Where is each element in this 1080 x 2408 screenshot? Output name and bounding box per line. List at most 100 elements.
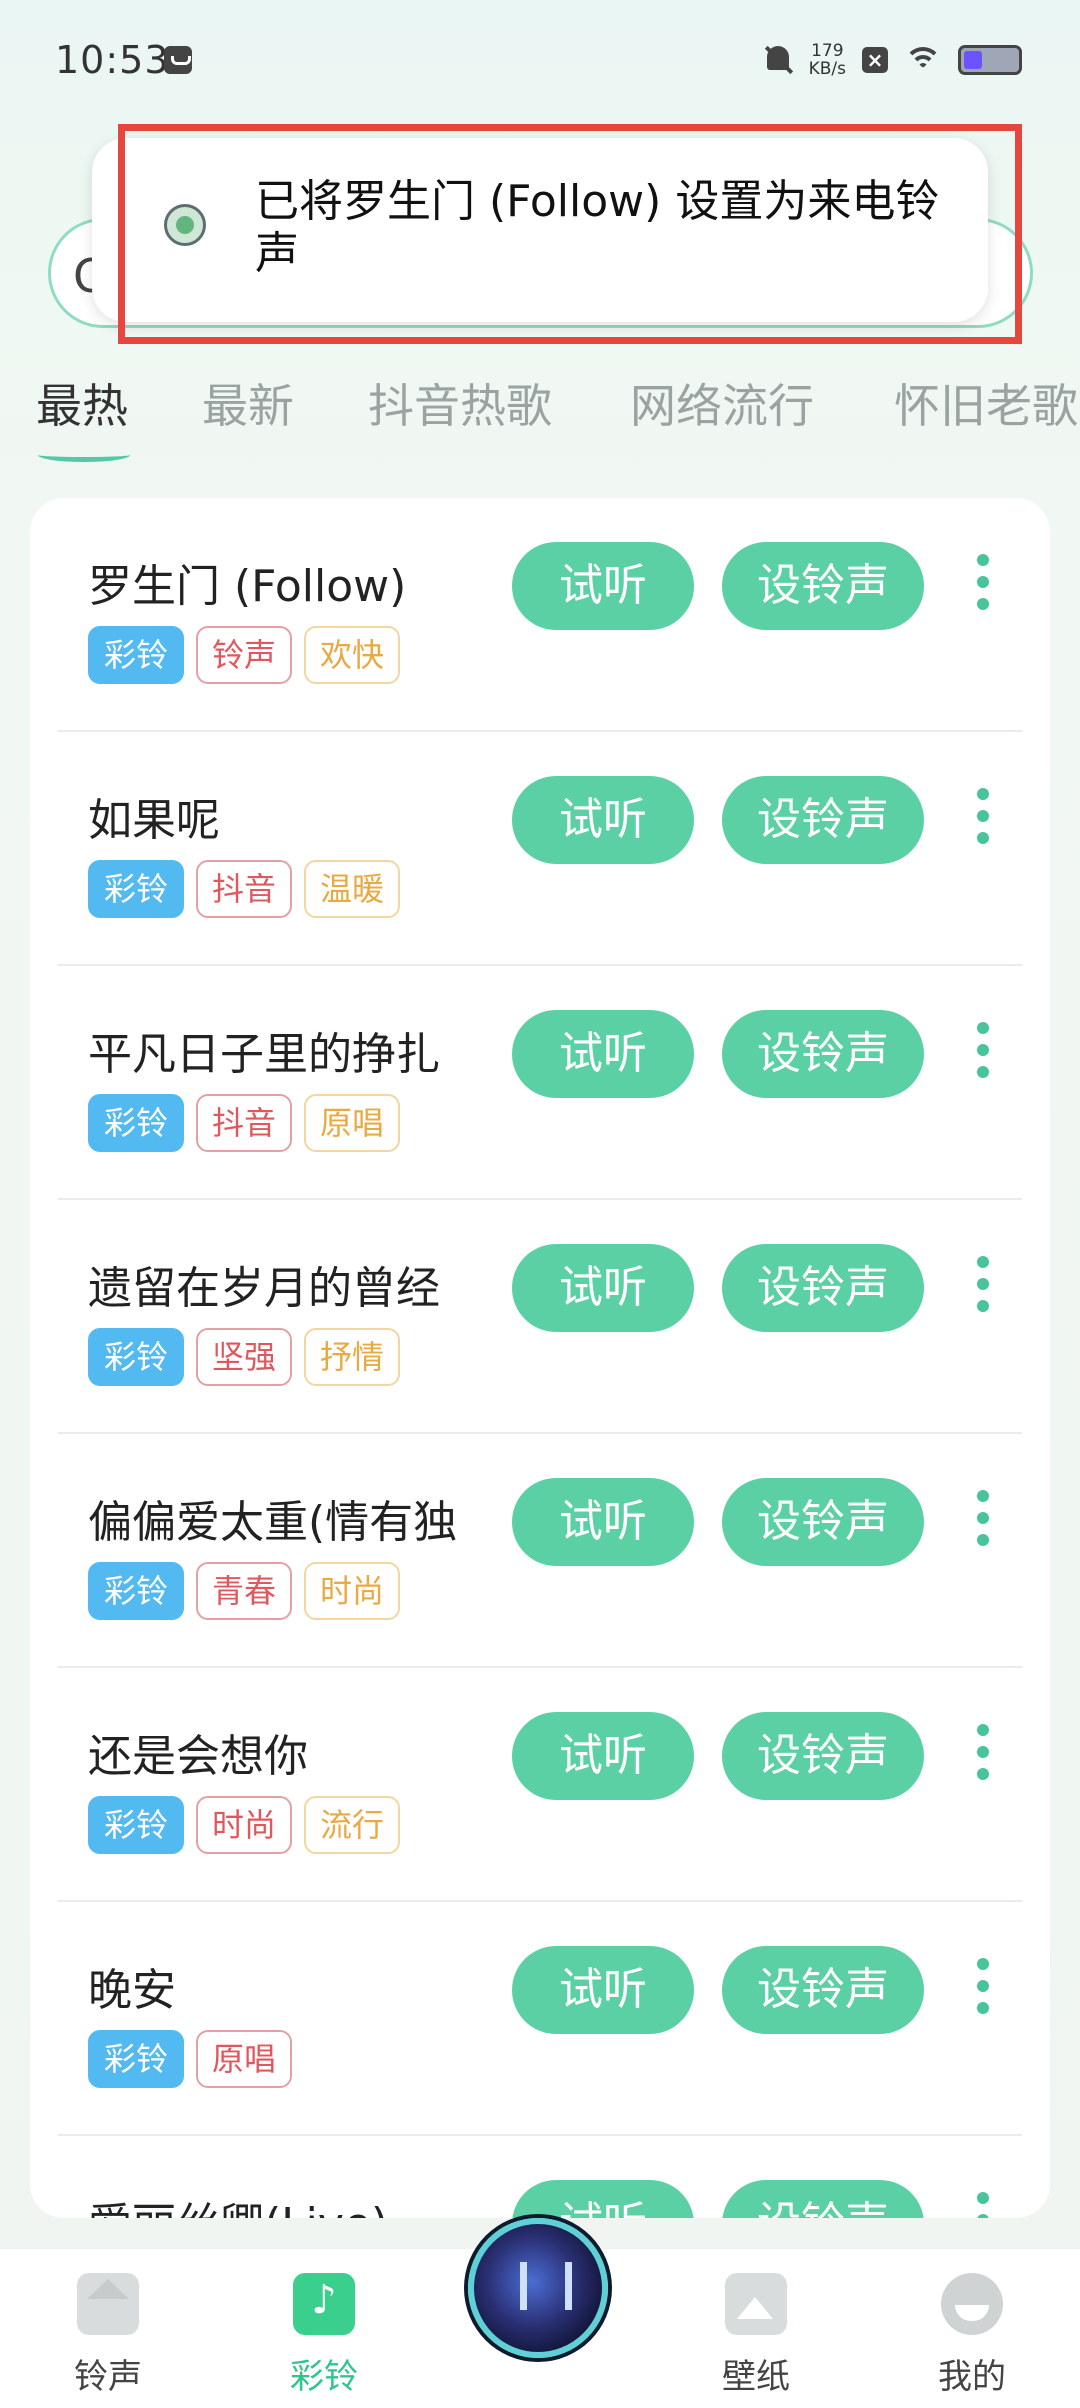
list-item: 遗留在岁月的曾经 彩铃 坚强 抒情 试听 设铃声 xyxy=(58,1200,1022,1434)
song-tags: 彩铃 原唱 xyxy=(88,2030,293,2088)
toast-message: 已将罗生门 (Follow) 设置为来电铃声 xyxy=(255,176,940,279)
status-icons: 179 KB/s × xyxy=(763,40,1022,80)
message-notification-icon xyxy=(164,46,192,74)
set-ringtone-button[interactable]: 设铃声 xyxy=(722,1478,924,1566)
tag-badge: 抖音 xyxy=(196,1094,293,1152)
list-item: 还是会想你 彩铃 时尚 流行 试听 设铃声 xyxy=(58,1668,1022,1902)
nav-ringtone[interactable]: 铃声 xyxy=(38,2273,178,2398)
active-tab-indicator xyxy=(38,448,130,462)
song-title: 如果呢 xyxy=(88,795,220,846)
picture-icon xyxy=(725,2273,787,2335)
more-options-icon[interactable] xyxy=(976,1022,990,1078)
tag-badge: 彩铃 xyxy=(88,1562,185,1620)
tag-badge: 原唱 xyxy=(196,2030,293,2088)
song-title: 罗生门 (Follow) xyxy=(88,561,407,612)
song-tags: 彩铃 抖音 温暖 xyxy=(88,860,401,918)
tag-badge: 彩铃 xyxy=(88,2030,185,2088)
song-title: 晚安 xyxy=(88,1965,176,2016)
nav-profile[interactable]: 我的 xyxy=(902,2273,1042,2398)
song-tags: 彩铃 时尚 流行 xyxy=(88,1796,401,1854)
battery-icon xyxy=(958,45,1022,75)
song-title: 遗留在岁月的曾经 xyxy=(88,1263,440,1314)
more-options-icon[interactable] xyxy=(976,2192,990,2218)
nav-color-ringtone[interactable]: 彩铃 xyxy=(254,2273,394,2398)
listen-button[interactable]: 试听 xyxy=(512,1478,694,1566)
listen-button[interactable]: 试听 xyxy=(512,776,694,864)
more-options-icon[interactable] xyxy=(976,1958,990,2014)
more-options-icon[interactable] xyxy=(976,788,990,844)
song-title: 平凡日子里的挣扎 xyxy=(88,1029,440,1080)
home-icon xyxy=(77,2273,139,2335)
more-options-icon[interactable] xyxy=(976,1256,990,1312)
song-title: 爱丽丝卿(Live) xyxy=(88,2188,518,2218)
listen-button[interactable]: 试听 xyxy=(512,1712,694,1800)
set-ringtone-button[interactable]: 设铃声 xyxy=(722,1010,924,1098)
tag-badge: 时尚 xyxy=(304,1562,401,1620)
listen-button[interactable]: 试听 xyxy=(512,1946,694,2034)
list-item: 平凡日子里的挣扎 彩铃 抖音 原唱 试听 设铃声 xyxy=(58,966,1022,1200)
music-player-disc-icon[interactable] xyxy=(468,2218,608,2358)
listen-button[interactable]: 试听 xyxy=(512,1244,694,1332)
list-item: 如果呢 彩铃 抖音 温暖 试听 设铃声 xyxy=(58,732,1022,966)
tag-badge: 时尚 xyxy=(196,1796,293,1854)
list-item: 晚安 彩铃 原唱 试听 设铃声 xyxy=(58,1902,1022,2136)
category-tabs: 最热 最新 抖音热歌 网络流行 怀旧老歌 xyxy=(0,370,1080,460)
tag-badge: 彩铃 xyxy=(88,626,185,684)
song-tags: 彩铃 青春 时尚 xyxy=(88,1562,401,1620)
tag-badge: 流行 xyxy=(304,1796,401,1854)
nav-label: 铃声 xyxy=(74,2357,142,2397)
network-speed-unit: KB/s xyxy=(808,59,846,79)
tag-badge: 原唱 xyxy=(304,1094,401,1152)
network-speed: 179 KB/s xyxy=(809,42,846,78)
tag-badge: 抖音 xyxy=(196,860,293,918)
tab-hottest[interactable]: 最热 xyxy=(36,370,128,436)
status-bar: 10:53 179 KB/s × xyxy=(0,0,1080,120)
profile-icon xyxy=(941,2273,1003,2335)
toast-notification: 已将罗生门 (Follow) 设置为来电铃声 xyxy=(92,138,988,322)
tag-badge: 抒情 xyxy=(304,1328,401,1386)
list-item: 偏偏爱太重(情有独 彩铃 青春 时尚 试听 设铃声 xyxy=(58,1434,1022,1668)
wifi-icon xyxy=(904,45,942,75)
tab-oldies[interactable]: 怀旧老歌 xyxy=(894,370,1078,436)
tag-badge: 彩铃 xyxy=(88,1094,185,1152)
network-speed-value: 179 xyxy=(811,41,844,61)
tag-badge: 坚强 xyxy=(196,1328,293,1386)
tag-badge: 彩铃 xyxy=(88,1796,185,1854)
song-list: 罗生门 (Follow) 彩铃 铃声 欢快 试听 设铃声 如果呢 彩铃 抖音 温… xyxy=(30,498,1050,2218)
set-ringtone-button[interactable]: 设铃声 xyxy=(722,1946,924,2034)
nav-wallpaper[interactable]: 壁纸 xyxy=(686,2273,826,2398)
tab-douyin-hits[interactable]: 抖音热歌 xyxy=(368,370,552,436)
list-item: 爱丽丝卿(Live) 试听 设铃声 xyxy=(58,2136,1022,2218)
nav-label: 我的 xyxy=(938,2357,1006,2397)
bell-muted-icon xyxy=(763,44,793,76)
set-ringtone-button[interactable]: 设铃声 xyxy=(722,2180,924,2218)
tag-badge: 彩铃 xyxy=(88,860,185,918)
set-ringtone-button[interactable]: 设铃声 xyxy=(722,1712,924,1800)
listen-button[interactable]: 试听 xyxy=(512,1010,694,1098)
listen-button[interactable]: 试听 xyxy=(512,542,694,630)
list-item: 罗生门 (Follow) 彩铃 铃声 欢快 试听 设铃声 xyxy=(58,498,1022,732)
nav-label: 彩铃 xyxy=(290,2357,358,2397)
nav-label: 壁纸 xyxy=(722,2357,790,2397)
tag-badge: 彩铃 xyxy=(88,1328,185,1386)
more-options-icon[interactable] xyxy=(976,554,990,610)
status-time: 10:53 xyxy=(55,38,170,82)
tag-badge: 欢快 xyxy=(304,626,401,684)
close-box-icon: × xyxy=(862,47,888,73)
song-title: 还是会想你 xyxy=(88,1731,308,1782)
song-tags: 彩铃 铃声 欢快 xyxy=(88,626,401,684)
more-options-icon[interactable] xyxy=(976,1724,990,1780)
tag-badge: 温暖 xyxy=(304,860,401,918)
more-options-icon[interactable] xyxy=(976,1490,990,1546)
tab-internet-popular[interactable]: 网络流行 xyxy=(630,370,814,436)
song-title: 偏偏爱太重(情有独 xyxy=(88,1497,458,1548)
app-logo-icon xyxy=(164,204,206,246)
set-ringtone-button[interactable]: 设铃声 xyxy=(722,1244,924,1332)
music-note-icon xyxy=(293,2273,355,2335)
song-tags: 彩铃 坚强 抒情 xyxy=(88,1328,401,1386)
set-ringtone-button[interactable]: 设铃声 xyxy=(722,542,924,630)
listen-button[interactable]: 试听 xyxy=(512,2180,694,2218)
tab-newest[interactable]: 最新 xyxy=(202,370,294,436)
tag-badge: 青春 xyxy=(196,1562,293,1620)
set-ringtone-button[interactable]: 设铃声 xyxy=(722,776,924,864)
